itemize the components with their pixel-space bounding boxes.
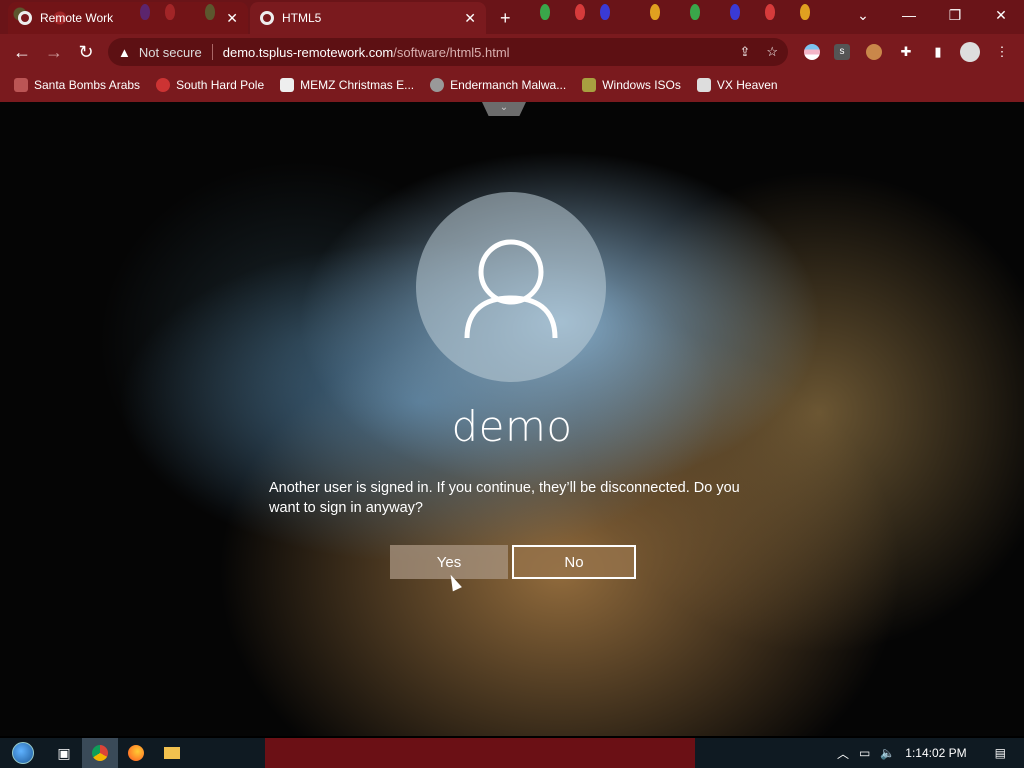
tab-search-button[interactable]: ⌄ [840,0,886,30]
tab-strip: Remote Work ✕ HTML5 ✕ + ⌄ — ❐ ✕ [0,0,1024,34]
bookmark-label: VX Heaven [716,78,778,92]
bookmark-label: Santa Bombs Arabs [34,78,141,92]
new-tab-button[interactable]: + [500,8,511,29]
bookmarks-bar: Santa Bombs Arabs South Hard Pole MEMZ C… [0,70,1024,100]
extension-flag-icon[interactable] [800,40,824,64]
chrome-taskbar-icon[interactable] [82,738,118,768]
share-icon[interactable]: ⇪ [739,44,750,60]
network-icon[interactable]: ▭ [859,746,870,760]
file-explorer-icon[interactable] [154,738,190,768]
windows-orb-icon [12,742,34,764]
bookmark-star-icon[interactable]: ☆ [766,44,778,60]
bookmark-memz-christmas[interactable]: MEMZ Christmas E... [280,78,414,92]
chevron-down-icon[interactable]: ⌄ [482,102,526,116]
warning-triangle-icon[interactable]: ▲ [118,45,131,60]
reload-button[interactable]: ↻ [70,36,102,68]
close-tab-icon[interactable]: ✕ [226,10,238,27]
tab-remote-work[interactable]: Remote Work ✕ [8,2,248,34]
firefox-taskbar-icon[interactable] [118,738,154,768]
divider [211,44,213,60]
bookmark-label: Endermanch Malwa... [450,78,567,92]
tab-title: HTML5 [282,11,322,25]
forward-button[interactable]: → [38,36,70,68]
remote-desktop-view[interactable]: ⌄ demo Another user is signed in. If you… [0,102,1024,736]
extensions-puzzle-icon[interactable]: ✚ [894,40,918,64]
window-icon [280,78,295,92]
show-hidden-icons-chevron-icon[interactable]: ︿ [837,745,849,762]
menu-kebab-icon[interactable]: ⋮ [990,40,1014,64]
task-view-icon[interactable]: ▣ [46,738,82,768]
tab-html5[interactable]: HTML5 ✕ [250,2,486,34]
address-bar[interactable]: ▲ Not secure demo.tsplus-remotework.com /… [108,38,788,66]
figure-icon [582,78,597,92]
snowflake-icon [156,78,171,92]
restore-button[interactable]: ❐ [932,0,978,30]
signin-warning-message: Another user is signed in. If you contin… [269,480,740,516]
windows-taskbar: ▣ ︿ ▭ 🔈 1:14:02 PM ▤ [0,738,1024,768]
security-status[interactable]: Not secure [139,45,202,60]
extension-face-icon[interactable] [862,40,886,64]
extension-s-icon[interactable]: s [830,40,854,64]
url-path: /software/html5.html [393,44,510,60]
yes-button[interactable]: Yes [390,545,508,579]
minimize-button[interactable]: — [886,0,932,30]
bookmark-label: South Hard Pole [176,78,265,92]
window-controls: ⌄ — ❐ ✕ [840,0,1024,32]
volume-icon[interactable]: 🔈 [880,746,895,760]
username: demo [451,402,573,451]
globe-icon [18,11,32,25]
raccoon-icon [430,78,445,92]
user-avatar [416,192,606,382]
side-panel-icon[interactable]: ▮ [926,40,950,64]
bookmark-windows-isos[interactable]: Windows ISOs [582,78,681,92]
close-tab-icon[interactable]: ✕ [464,10,476,27]
bomb-icon [14,78,28,92]
bookmark-vx-heaven[interactable]: VX Heaven [696,78,778,92]
no-button[interactable]: No [512,545,636,579]
taskbar-band [265,738,695,768]
bookmark-endermanch-malware[interactable]: Endermanch Malwa... [430,78,566,92]
back-button[interactable]: ← [6,36,38,68]
browser-toolbar: ← → ↻ ▲ Not secure demo.tsplus-remotewor… [0,34,1024,70]
notifications-icon[interactable]: ▤ [995,746,1006,760]
bookmark-south-hard-pole[interactable]: South Hard Pole [156,78,264,92]
globe-icon [260,11,274,25]
clock[interactable]: 1:14:02 PM [905,746,966,760]
omnibox-actions: ⇪ ☆ [739,44,778,60]
ghost-icon [696,78,711,92]
bookmark-label: Windows ISOs [602,78,681,92]
close-window-button[interactable]: ✕ [978,0,1024,30]
url-host: demo.tsplus-remotework.com [222,44,394,60]
browser-window-chrome: Remote Work ✕ HTML5 ✕ + ⌄ — ❐ ✕ ← → ↻ ▲ … [0,0,1024,102]
bookmark-label: MEMZ Christmas E... [300,78,415,92]
bookmark-santa-bombs-arabs[interactable]: Santa Bombs Arabs [14,78,140,92]
user-silhouette-icon [464,239,558,339]
start-button[interactable] [0,738,46,768]
tab-title: Remote Work [40,11,114,25]
profile-avatar-icon[interactable] [958,40,982,64]
system-tray: ︿ ▭ 🔈 1:14:02 PM ▤ [837,738,1024,768]
